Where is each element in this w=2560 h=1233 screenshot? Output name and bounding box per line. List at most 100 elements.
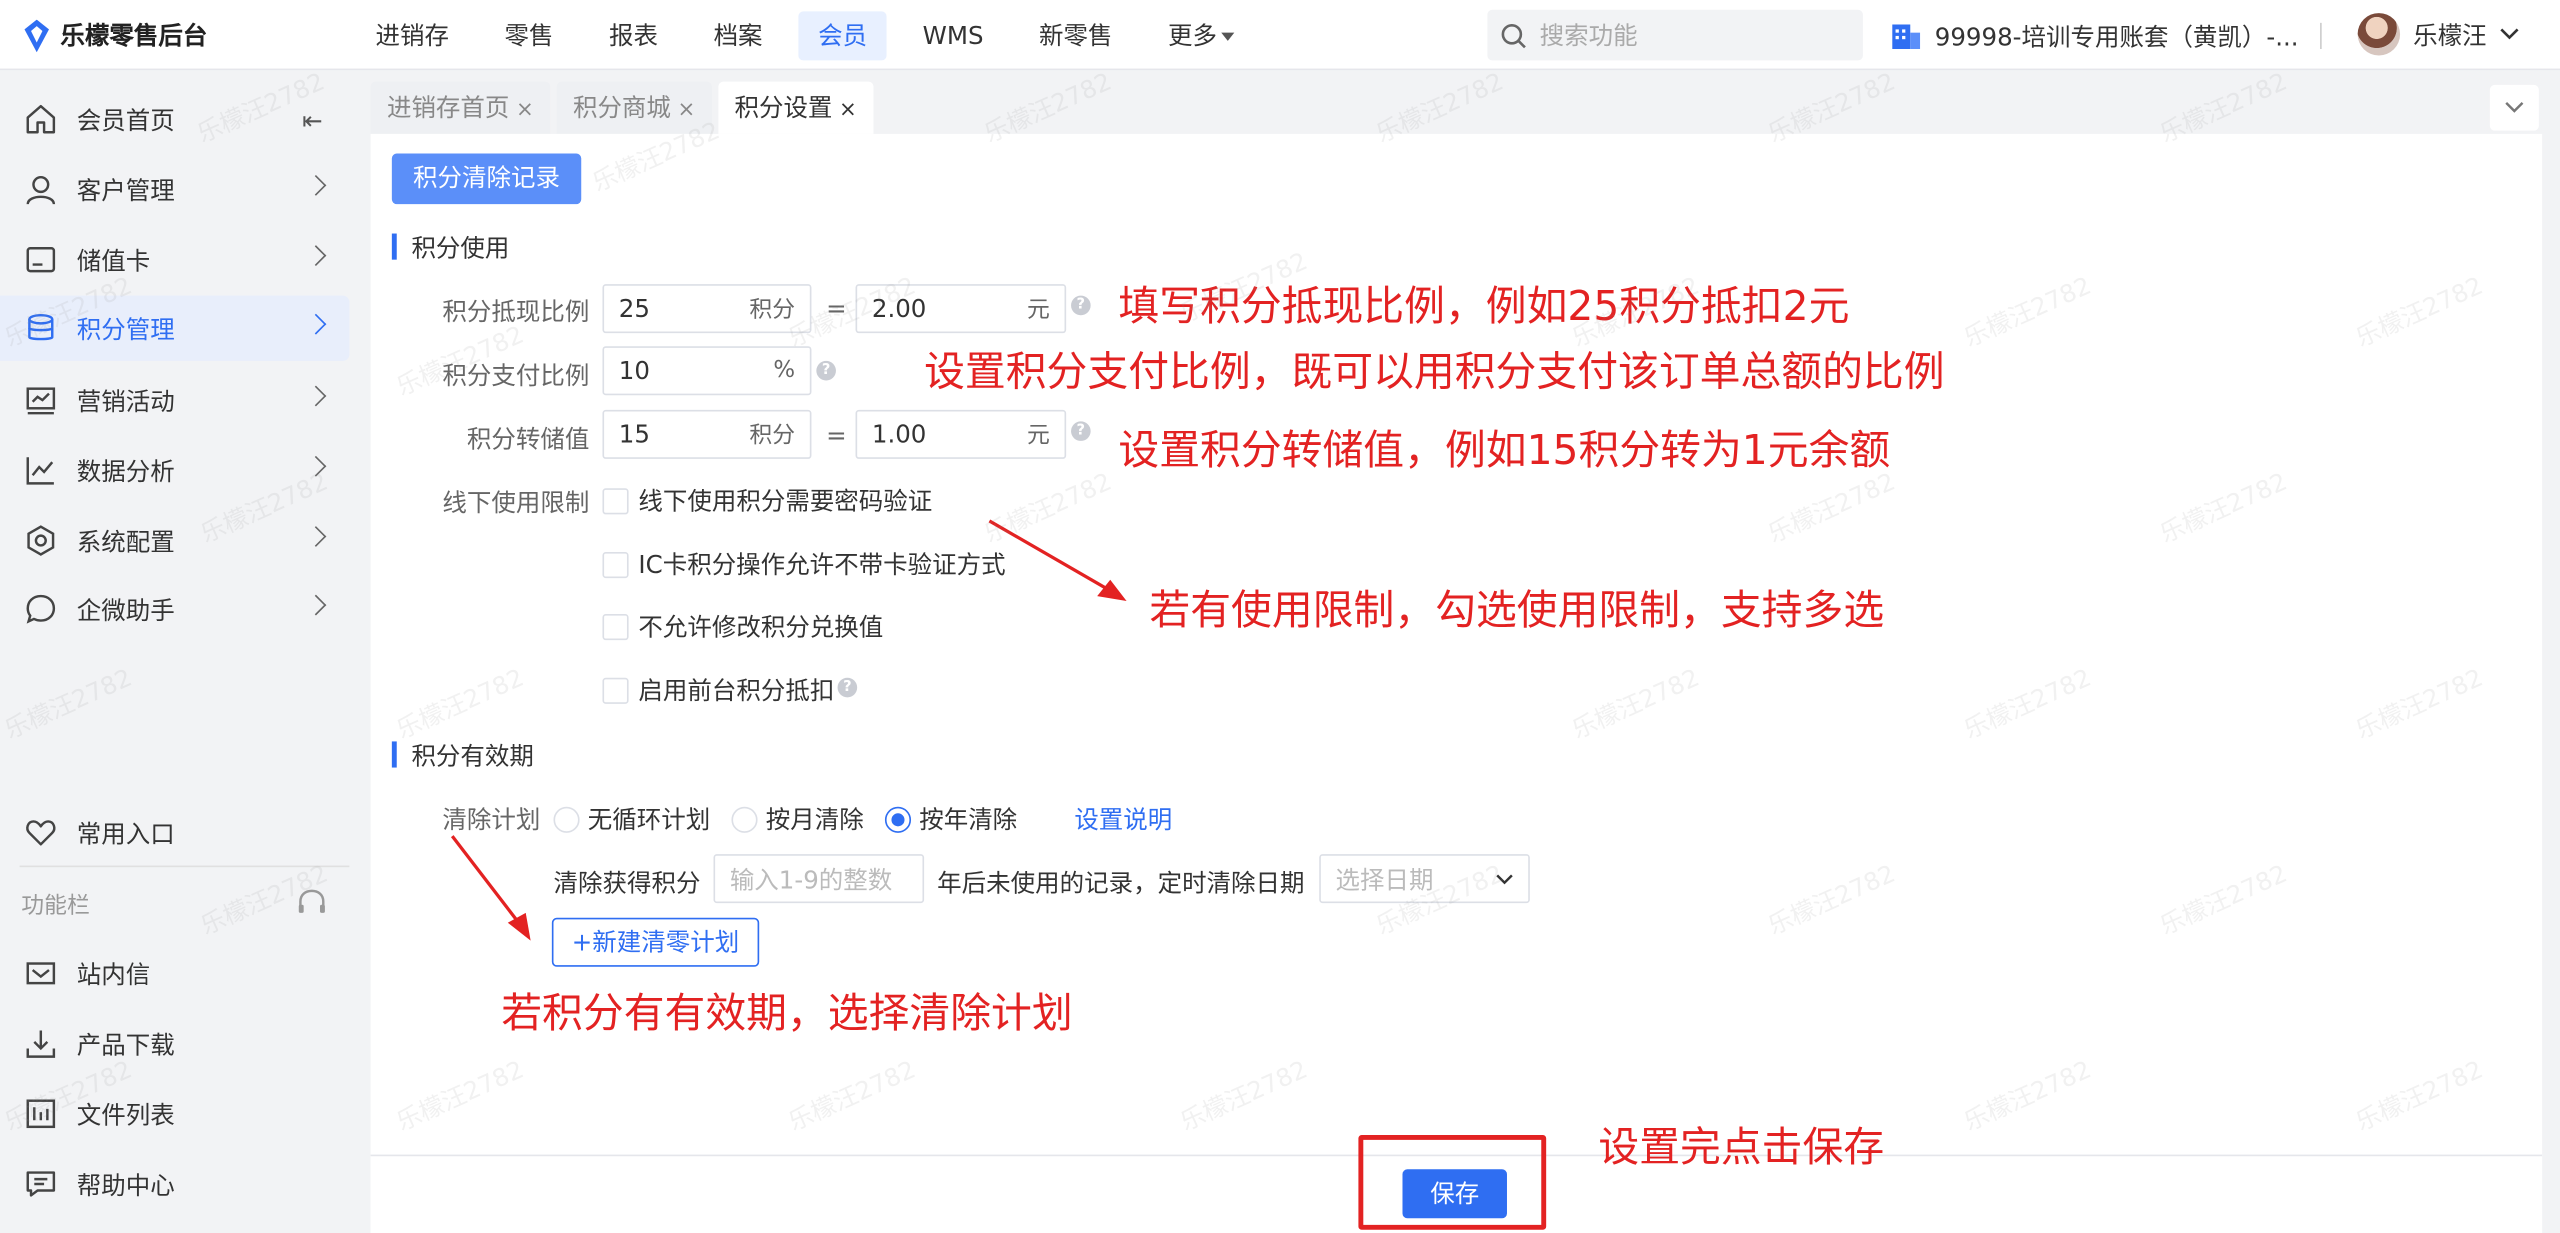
checkbox-enable-front-deduct[interactable]: 启用前台积分抵扣 xyxy=(602,673,834,707)
nav-item-inventory[interactable]: 进销存 xyxy=(356,11,469,60)
validity-section-title: 积分有效期 xyxy=(391,738,534,772)
nav-label: 报表 xyxy=(609,21,659,51)
sidebar-item-stored-card[interactable]: 储值卡 xyxy=(0,227,349,292)
clear-records-button[interactable]: 积分清除记录 xyxy=(391,153,582,205)
cash-ratio-points-input[interactable]: 25 积分 xyxy=(602,284,812,334)
sidebar-item-common-entry[interactable]: 常用入口 xyxy=(0,800,349,865)
help-icon[interactable]: ? xyxy=(837,677,858,698)
nav-item-reports[interactable]: 报表 xyxy=(589,11,677,60)
checkbox-label: 启用前台积分抵扣 xyxy=(638,676,835,706)
building-icon xyxy=(1892,24,1921,49)
chart-board-icon xyxy=(23,382,59,418)
app-title: 乐檬零售后台 xyxy=(60,21,208,51)
avatar xyxy=(2357,13,2401,56)
help-icon[interactable]: ? xyxy=(1071,421,1091,441)
close-icon[interactable]: × xyxy=(516,98,534,122)
annotation-pay-ratio: 设置积分支付比例，既可以用积分支付该订单总额的比例 xyxy=(924,347,1945,396)
tab-points-mall[interactable]: 积分商城 × xyxy=(556,81,712,134)
radio-circle[interactable] xyxy=(884,805,912,833)
radio-yearly-clear[interactable]: 按年清除 xyxy=(884,802,1018,836)
account-switcher[interactable]: 99998-培训专用账套（黄凯）-... xyxy=(1891,20,2299,54)
chevron-right-icon xyxy=(305,594,327,616)
sidebar-item-points[interactable]: 积分管理 xyxy=(0,295,350,361)
clear-years-input[interactable]: 输入1-9的整数 xyxy=(713,854,925,904)
radio-circle[interactable] xyxy=(553,805,580,833)
clear-date-select[interactable]: 选择日期 xyxy=(1319,854,1530,904)
close-icon[interactable]: × xyxy=(677,98,695,122)
database-icon xyxy=(23,310,59,346)
sidebar-item-messages[interactable]: 站内信 xyxy=(0,941,349,1006)
equals-sign: = xyxy=(826,421,847,451)
sidebar-item-file-list[interactable]: 文件列表 xyxy=(0,1081,349,1146)
checkbox-password-verify[interactable]: 线下使用积分需要密码验证 xyxy=(602,483,932,517)
nav-label: 会员 xyxy=(818,21,868,51)
sidebar-item-member-home[interactable]: 会员首页 ⇤ xyxy=(0,87,349,152)
sidebar-item-label: 系统配置 xyxy=(76,526,175,557)
settings-help-link[interactable]: 设置说明 xyxy=(1074,802,1172,836)
radio-circle[interactable] xyxy=(731,805,758,833)
radio-monthly-clear[interactable]: 按月清除 xyxy=(731,802,864,836)
tab-inventory-home[interactable]: 进销存首页 × xyxy=(370,81,551,134)
sidebar: 会员首页 ⇤ 客户管理 储值卡 积分管理 营销活动 数据分析 系统配置 企微助手… xyxy=(0,71,369,1233)
card-icon xyxy=(23,242,59,278)
pay-ratio-input[interactable]: 10 % xyxy=(602,346,812,396)
tabs-menu-button[interactable] xyxy=(2489,84,2539,131)
nav-label: 更多 xyxy=(1168,21,1218,51)
sidebar-item-label: 常用入口 xyxy=(76,818,175,849)
nav-item-new-retail[interactable]: 新零售 xyxy=(1019,11,1132,60)
sidebar-item-help-center[interactable]: 帮助中心 xyxy=(0,1151,349,1216)
checkbox-box[interactable] xyxy=(602,613,629,640)
collapse-sidebar-icon[interactable]: ⇤ xyxy=(302,106,323,135)
stored-value-yuan-input[interactable]: 1.00 元 xyxy=(855,409,1067,459)
tab-label: 积分设置 xyxy=(734,93,833,123)
tab-points-settings[interactable]: 积分设置 × xyxy=(718,81,874,134)
checkbox-ic-card-no-card[interactable]: IC卡积分操作允许不带卡验证方式 xyxy=(602,547,1006,581)
sidebar-item-customers[interactable]: 客户管理 xyxy=(0,157,349,222)
radio-label: 按年清除 xyxy=(919,805,1018,835)
pay-ratio-label: 积分支付比例 xyxy=(442,360,590,391)
checkbox-box[interactable] xyxy=(602,487,629,514)
app-logo[interactable]: 乐檬零售后台 xyxy=(23,18,208,52)
heart-icon xyxy=(23,815,59,851)
caret-down-icon xyxy=(1221,32,1235,41)
checkbox-no-modify-exchange[interactable]: 不允许修改积分兑换值 xyxy=(602,609,883,643)
sidebar-item-system-config[interactable]: 系统配置 xyxy=(0,508,349,573)
chevron-down-icon xyxy=(2505,102,2524,113)
nav-item-more[interactable]: 更多 xyxy=(1148,11,1254,60)
radio-label: 无循环计划 xyxy=(587,805,711,835)
input-unit: 元 xyxy=(1026,422,1050,450)
sidebar-item-label: 会员首页 xyxy=(76,105,175,135)
help-icon[interactable]: ? xyxy=(1071,295,1091,316)
equals-sign: = xyxy=(826,293,847,324)
sidebar-item-marketing[interactable]: 营销活动 xyxy=(0,367,349,432)
home-icon xyxy=(23,101,59,137)
line-chart-icon xyxy=(23,452,59,488)
sidebar-item-wecom-assistant[interactable]: 企微助手 xyxy=(0,576,349,641)
cash-ratio-label: 积分抵现比例 xyxy=(442,297,590,327)
nav-item-wms[interactable]: WMS xyxy=(903,11,1003,60)
checkbox-box[interactable] xyxy=(602,551,629,578)
nav-label: 零售 xyxy=(504,21,554,51)
chevron-right-icon xyxy=(305,245,327,266)
help-icon[interactable]: ? xyxy=(816,360,836,381)
headset-icon[interactable] xyxy=(296,887,329,920)
nav-item-member[interactable]: 会员 xyxy=(798,11,887,61)
sidebar-item-label: 帮助中心 xyxy=(76,1170,175,1200)
sidebar-item-product-download[interactable]: 产品下载 xyxy=(0,1011,349,1076)
sidebar-item-label: 数据分析 xyxy=(76,456,175,486)
search-input[interactable]: 搜索功能 xyxy=(1487,9,1863,61)
sidebar-item-data-analysis[interactable]: 数据分析 xyxy=(0,438,349,503)
close-icon[interactable]: × xyxy=(839,98,857,122)
input-value: 10 xyxy=(618,356,650,386)
new-clear-plan-button[interactable]: +新建清零计划 xyxy=(551,917,760,967)
nav-item-retail[interactable]: 零售 xyxy=(485,11,573,60)
annotation-limit: 若有使用限制，勾选使用限制，支持多选 xyxy=(1149,586,1885,634)
nav-item-archive[interactable]: 档案 xyxy=(694,11,782,60)
cash-ratio-yuan-input[interactable]: 2.00 元 xyxy=(855,284,1067,334)
user-menu[interactable]: 乐檬汪 xyxy=(2357,13,2520,56)
stored-value-points-input[interactable]: 15 积分 xyxy=(602,409,812,459)
radio-no-cycle[interactable]: 无循环计划 xyxy=(553,802,710,836)
checkbox-box[interactable] xyxy=(602,676,629,704)
annotation-cash-ratio: 填写积分抵现比例，例如25积分抵扣2元 xyxy=(1118,282,1850,330)
tab-label: 积分商城 xyxy=(572,93,671,123)
